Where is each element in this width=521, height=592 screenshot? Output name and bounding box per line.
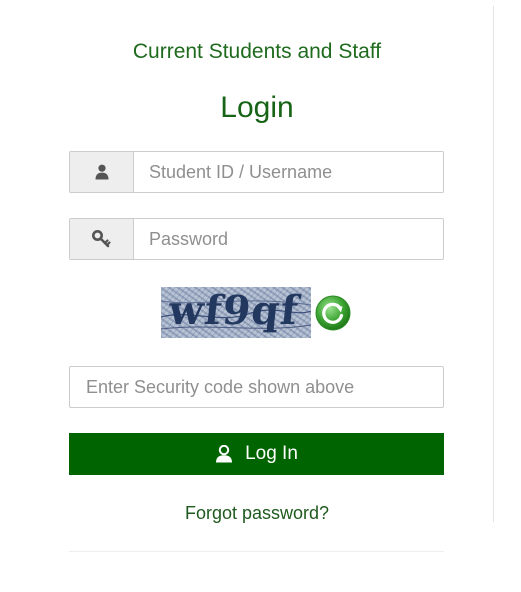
vertical-divider (493, 6, 494, 522)
page-subtitle: Current Students and Staff (132, 40, 382, 63)
password-input[interactable] (134, 219, 443, 259)
username-group (69, 151, 444, 193)
key-icon (70, 219, 134, 259)
login-button-label: Log In (245, 443, 298, 464)
captcha-row: wf9qf (161, 287, 351, 338)
login-button[interactable]: Log In (69, 433, 444, 475)
bottom-divider (69, 551, 444, 552)
refresh-icon[interactable] (315, 295, 351, 331)
password-group (69, 218, 444, 260)
forgot-password-link[interactable]: Forgot password? (0, 503, 514, 524)
username-input[interactable] (134, 152, 443, 192)
login-page: Current Students and Staff Login Student… (0, 0, 521, 592)
security-code-input[interactable] (69, 366, 444, 408)
user-icon (70, 152, 134, 192)
captcha-text: wf9qf (166, 287, 302, 334)
user-icon (215, 445, 233, 463)
captcha-image: wf9qf (161, 287, 311, 338)
page-title: Login (220, 91, 294, 124)
